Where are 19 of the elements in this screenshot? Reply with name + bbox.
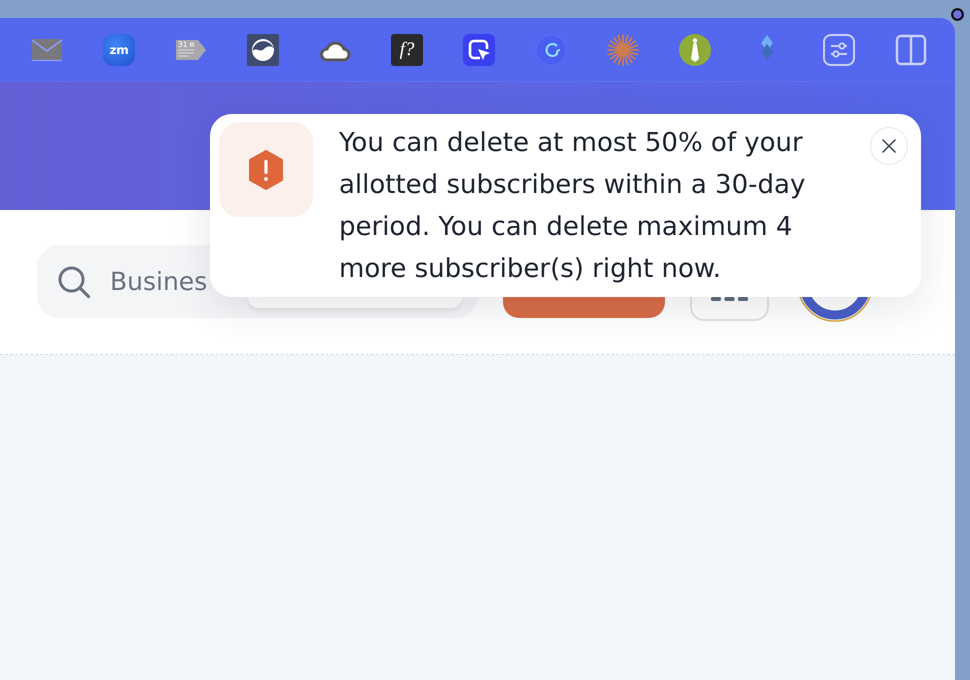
cursor-icon[interactable]: [463, 34, 495, 66]
zm-app-button[interactable]: zm: [103, 34, 135, 66]
loop-icon[interactable]: [535, 34, 567, 66]
dropdown-field[interactable]: [248, 297, 462, 308]
tie-icon[interactable]: [679, 34, 711, 66]
search-placeholder: Busines: [110, 267, 208, 296]
close-icon: [882, 139, 896, 153]
dots-icon: [711, 297, 748, 301]
sliders-icon[interactable]: [823, 34, 855, 66]
close-button[interactable]: [870, 127, 908, 165]
circle-wave-icon[interactable]: [247, 34, 279, 66]
formula-app-button[interactable]: f?: [391, 34, 423, 66]
menu-button[interactable]: [690, 297, 769, 321]
search-icon: [57, 264, 91, 298]
starburst-icon[interactable]: [607, 34, 639, 66]
toast-message: You can delete at most 50% of your allotted subscribers within a 30-day period. You can delete maximum 4 more subscriber(s) right now.: [339, 127, 806, 286]
split-panel-icon[interactable]: [895, 34, 927, 66]
action-button[interactable]: [503, 297, 665, 318]
status-dot-icon: [951, 8, 964, 21]
